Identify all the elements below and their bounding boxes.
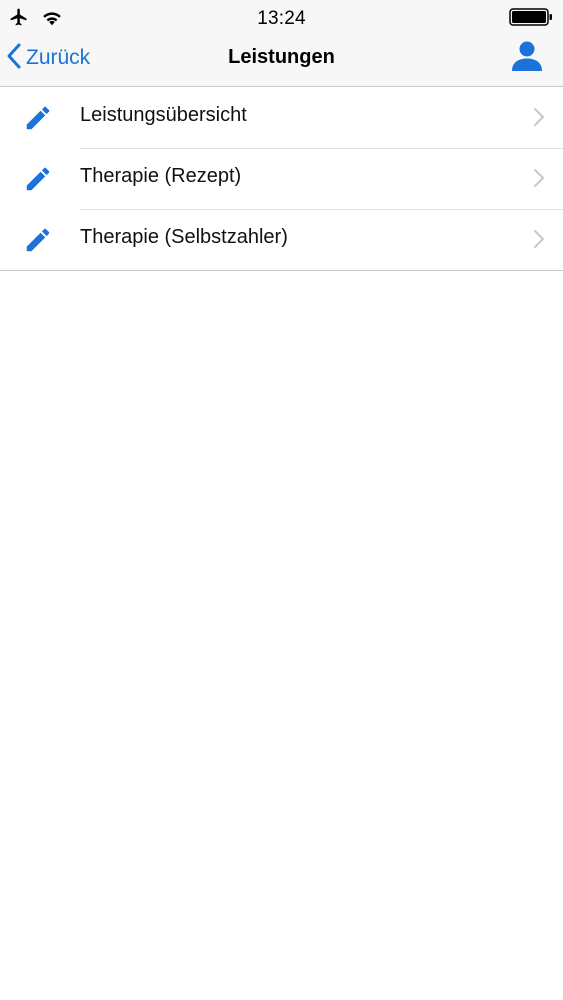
- list-item-leistungsuebersicht[interactable]: Leistungsübersicht: [0, 87, 563, 148]
- chevron-right-icon: [533, 107, 545, 127]
- status-time: 13:24: [257, 8, 306, 29]
- pencil-icon: [22, 102, 54, 134]
- chevron-right-icon: [533, 168, 545, 188]
- list-item-therapie-rezept[interactable]: Therapie (Rezept): [0, 148, 563, 209]
- list-item-label: Leistungsübersicht: [80, 104, 247, 126]
- navigation-bar: Zurück Leistungen: [0, 38, 563, 86]
- profile-button[interactable]: [509, 40, 545, 76]
- status-right: [509, 7, 553, 31]
- screen: 13:24 Zurück Leistungen Leistungsübersic…: [0, 0, 563, 1000]
- top-bar: 13:24 Zurück Leistungen: [0, 0, 563, 87]
- list-item-label: Therapie (Rezept): [80, 165, 242, 187]
- list-item-therapie-selbstzahler[interactable]: Therapie (Selbstzahler): [0, 209, 563, 270]
- person-icon: [511, 40, 543, 77]
- pencil-icon: [22, 163, 54, 195]
- list-item-label: Therapie (Selbstzahler): [80, 226, 288, 248]
- battery-icon: [509, 7, 553, 31]
- services-list: Leistungsübersicht Therapie (Rezept) The…: [0, 87, 563, 271]
- chevron-right-icon: [533, 229, 545, 249]
- page-title: Leistungen: [228, 46, 335, 68]
- pencil-icon: [22, 224, 54, 256]
- status-bar: 13:24: [0, 0, 563, 38]
